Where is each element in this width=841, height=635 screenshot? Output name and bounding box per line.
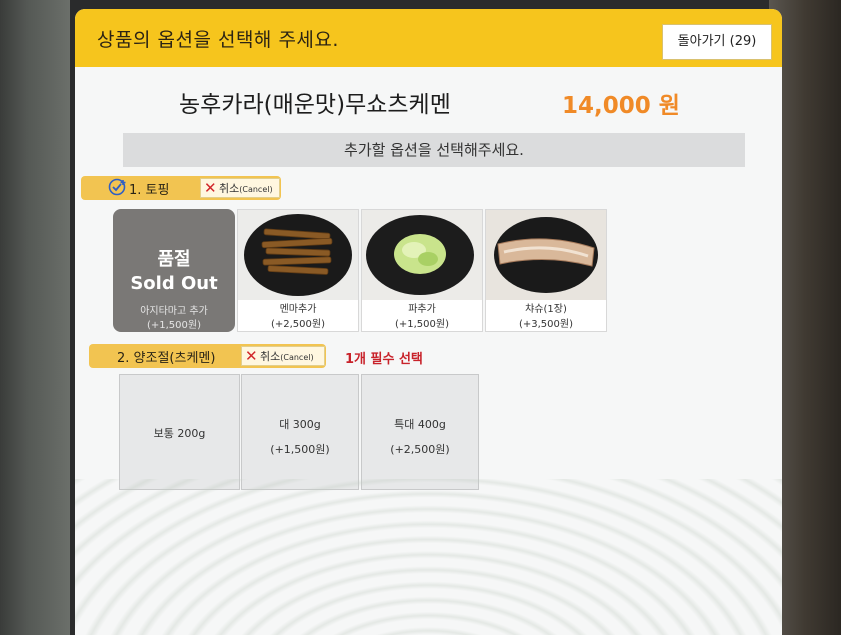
size-option-label: 대 300g: [279, 418, 321, 431]
menma-photo: [238, 210, 358, 300]
topping-price: (+3,500원): [518, 319, 573, 330]
toppings-cancel-label: 취소: [219, 182, 240, 195]
sold-out-ko: 품절: [157, 249, 191, 270]
instruction-bar: 추가할 옵션을 선택해주세요.: [123, 133, 745, 167]
topping-item-chashu[interactable]: 챠슈(1장) (+3,500원): [485, 209, 607, 332]
green-onion-photo: [362, 210, 482, 300]
section-amount-label: 2. 양조절(츠케멘): [117, 351, 216, 366]
size-option-xlarge[interactable]: 특대 400g (+2,500원): [361, 374, 479, 490]
size-option-large[interactable]: 대 300g (+1,500원): [241, 374, 359, 490]
topping-name: 아지타마고 추가: [140, 306, 208, 317]
amount-cancel-sub: (Cancel): [280, 353, 314, 362]
chashu-photo: [486, 210, 606, 300]
kiosk-bezel-left: [0, 0, 70, 635]
size-option-label: 특대 400g: [394, 418, 446, 431]
topping-price: (+1,500원): [146, 320, 201, 331]
topping-item-menma[interactable]: 멘마추가 (+2,500원): [237, 209, 359, 332]
kiosk-screen: 상품의 옵션을 선택해 주세요. 돌아가기 (29) 농후카라(매운맛)무쇼츠케…: [75, 9, 782, 635]
topping-price: (+1,500원): [394, 319, 449, 330]
toppings-cancel-sub: (Cancel): [239, 185, 273, 194]
topping-name: 챠슈(1장): [525, 304, 567, 315]
topping-item-ajitamago[interactable]: 품절 Sold Out 아지타마고 추가 (+1,500원): [113, 209, 235, 332]
size-option-label: 보통 200g: [153, 427, 206, 440]
size-option-regular[interactable]: 보통 200g: [119, 374, 240, 490]
required-note: 1개 필수 선택: [345, 352, 423, 367]
topping-item-pa[interactable]: 파추가 (+1,500원): [361, 209, 483, 332]
sold-out-overlay: 품절 Sold Out: [114, 245, 234, 294]
product-name: 농후카라(매운맛)무쇼츠케멘: [179, 92, 451, 118]
header-title: 상품의 옵션을 선택해 주세요.: [97, 29, 339, 51]
amount-cancel-button[interactable]: ✕ 취소(Cancel): [241, 346, 325, 366]
section-toppings-label: 1. 토핑: [129, 183, 170, 198]
amount-cancel-label: 취소: [260, 350, 281, 363]
header-bar: 상품의 옵션을 선택해 주세요. 돌아가기 (29): [75, 9, 782, 67]
size-option-price: (+2,500원): [390, 443, 450, 456]
back-button[interactable]: 돌아가기 (29): [662, 24, 772, 60]
size-option-price: (+1,500원): [270, 443, 330, 456]
sold-out-en: Sold Out: [130, 273, 218, 294]
screen-moire-glare: [75, 479, 782, 635]
product-price: 14,000 원: [562, 93, 680, 119]
topping-name: 멘마추가: [279, 304, 317, 315]
toppings-cancel-button[interactable]: ✕ 취소(Cancel): [200, 178, 280, 198]
cancel-x-icon: ✕: [204, 179, 217, 197]
topping-name: 파추가: [408, 304, 436, 315]
topping-price: (+2,500원): [270, 319, 325, 330]
check-plus-icon: [108, 178, 126, 196]
cancel-x-icon: ✕: [245, 347, 258, 365]
